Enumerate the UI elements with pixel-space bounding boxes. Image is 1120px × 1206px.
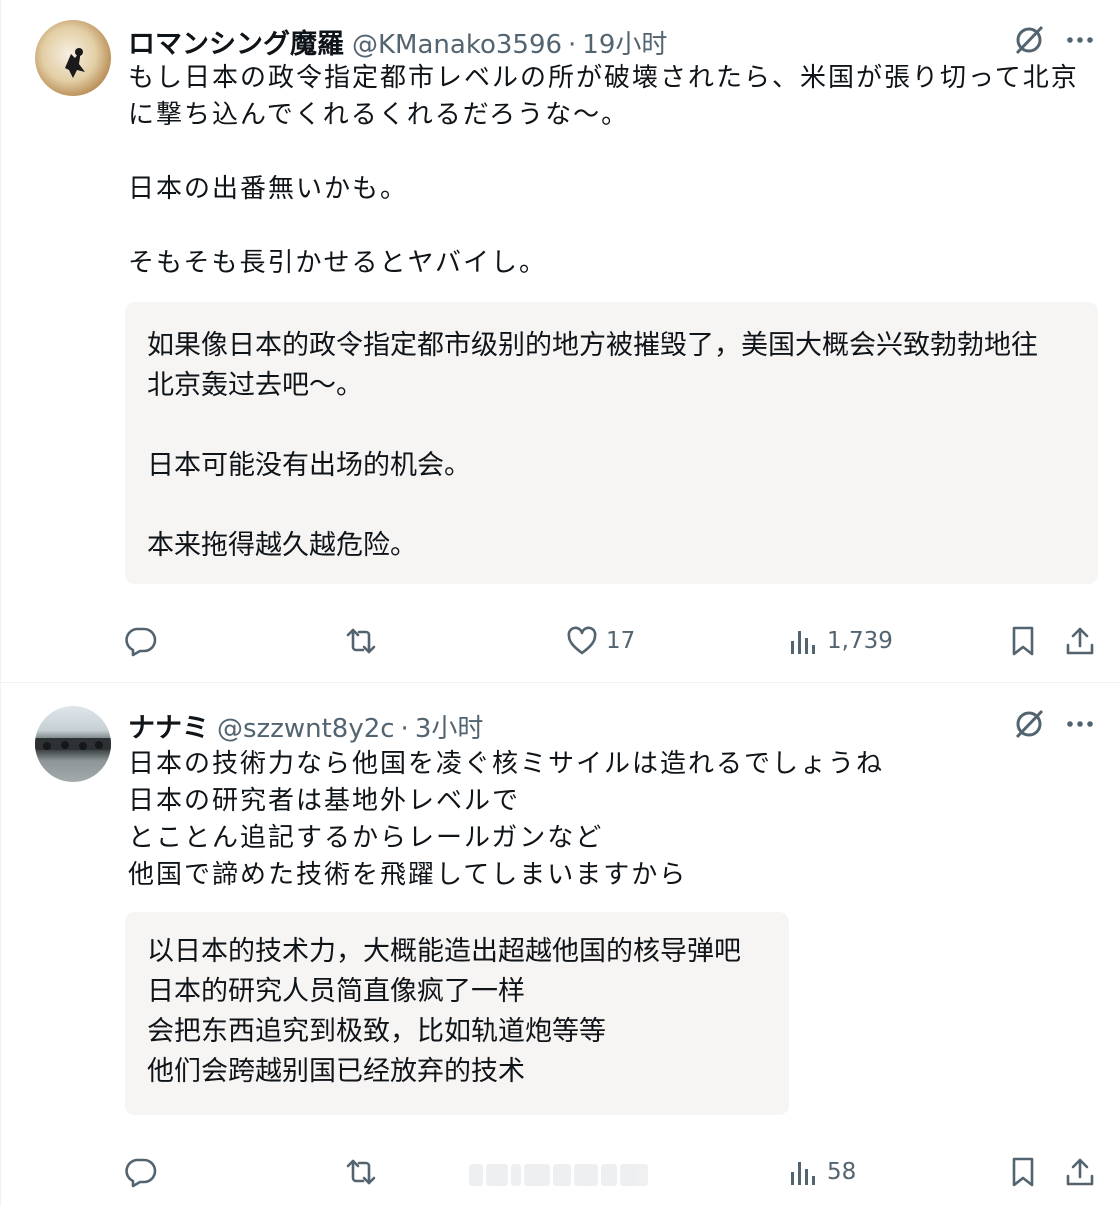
retweet-button[interactable]: [345, 1152, 377, 1192]
retweet-icon: [346, 628, 376, 654]
avatar[interactable]: [35, 20, 111, 96]
post-text-line: 日本の研究者は基地外レベルで: [128, 786, 521, 816]
reply-button[interactable]: [125, 621, 157, 661]
more-icon[interactable]: [1065, 25, 1095, 55]
retweet-icon: [346, 1159, 376, 1185]
reply-icon: [125, 627, 157, 657]
translation-line: 日本可能没有出场的机会。: [147, 450, 471, 481]
views-icon: [791, 631, 815, 654]
like-count: 17: [606, 628, 636, 654]
grok-icon[interactable]: [1011, 22, 1047, 58]
post-text-line: 日本の出番無いかも。: [128, 174, 409, 204]
translation-line: 以日本的技术力，大概能造出超越他国的核导弹吧: [147, 936, 741, 967]
retweet-button[interactable]: [345, 621, 377, 661]
author-handle[interactable]: @KManako3596: [352, 30, 562, 60]
share-button[interactable]: [1064, 621, 1096, 661]
views-icon: [791, 1162, 815, 1185]
translation-box: 以日本的技术力，大概能造出超越他国的核导弹吧 日本的研究人员简直像疯了一样 会把…: [125, 912, 789, 1115]
heart-icon: [567, 626, 597, 655]
action-bar: 17 1,739: [1, 621, 1120, 661]
grok-icon[interactable]: [1011, 706, 1047, 742]
post-text-line: 他国で諦めた技術を飛躍してしまいますから: [128, 860, 688, 890]
views-button[interactable]: 1,739: [787, 621, 893, 661]
share-icon: [1066, 1158, 1094, 1186]
author-name[interactable]: ロマンシング魔羅: [128, 22, 344, 61]
translation-box: 如果像日本的政令指定都市级别的地方被摧毁了，美国大概会兴致勃勃地往 北京轰过去吧…: [125, 302, 1098, 584]
author-handle[interactable]: @szzwnt8y2c: [217, 714, 395, 744]
translation-line: 他们会跨越别国已经放弃的技术: [147, 1056, 525, 1087]
post-text-line: 日本の技術力なら他国を凌ぐ核ミサイルは造れるでしょうね: [128, 749, 885, 779]
views-button[interactable]: 58: [787, 1152, 856, 1192]
like-button[interactable]: 17: [566, 621, 635, 661]
reply-icon: [125, 1158, 157, 1188]
post-header: ロマンシング魔羅 @KManako3596 · 19小时: [128, 22, 667, 60]
reply-button[interactable]: [125, 1152, 157, 1192]
post-text: 日本の技術力なら他国を凌ぐ核ミサイルは造れるでしょうね 日本の研究者は基地外レベ…: [128, 746, 1098, 894]
translation-line: 北京轰过去吧〜。: [147, 370, 363, 401]
post-time[interactable]: 19小时: [582, 24, 667, 61]
more-icon[interactable]: [1065, 709, 1095, 739]
author-name[interactable]: ナナミ: [128, 706, 209, 745]
translation-line: [147, 486, 1076, 526]
avatar[interactable]: [35, 706, 111, 782]
post-text-line: [128, 208, 1098, 245]
view-count: 58: [827, 1159, 857, 1185]
post-text-line: もし日本の政令指定都市レベルの所が破壊されたら、米国が張り切って北京: [128, 63, 1079, 93]
separator-dot: ·: [400, 714, 409, 744]
translation-line: 日本的研究人员简直像疯了一样: [147, 976, 525, 1007]
reply-post[interactable]: ナナミ @szzwnt8y2c · 3小时 日本の技術力なら他国を凌ぐ核ミサイル…: [1, 684, 1120, 1206]
post-header: ナナミ @szzwnt8y2c · 3小时: [128, 706, 483, 744]
translation-line: 本来拖得越久越危险。: [147, 530, 417, 561]
timeline-feed: ロマンシング魔羅 @KManako3596 · 19小时 もし日本の政令指定都市…: [0, 0, 1120, 1206]
watermark: [469, 1160, 659, 1190]
translation-line: 如果像日本的政令指定都市级别的地方被摧毁了，美国大概会兴致勃勃地往: [147, 330, 1038, 361]
post-text-line: [128, 134, 1098, 171]
bookmark-button[interactable]: [1007, 1152, 1039, 1192]
bookmark-icon: [1012, 1157, 1034, 1187]
share-button[interactable]: [1064, 1152, 1096, 1192]
post-text: もし日本の政令指定都市レベルの所が破壊されたら、米国が張り切って北京 に撃ち込ん…: [128, 60, 1098, 282]
bookmark-icon: [1012, 626, 1034, 656]
separator-dot: ·: [568, 30, 577, 60]
view-count: 1,739: [827, 628, 893, 654]
post-time[interactable]: 3小时: [415, 708, 484, 745]
post-text-line: そもそも長引かせるとヤバイし。: [128, 248, 547, 278]
post-text-line: とことん追記するからレールガンなど: [128, 823, 604, 853]
translation-line: 会把东西追究到极致，比如轨道炮等等: [147, 1016, 606, 1047]
reply-post[interactable]: ロマンシング魔羅 @KManako3596 · 19小时 もし日本の政令指定都市…: [1, 0, 1120, 683]
post-text-line: に撃ち込んでくれるくれるだろうな〜。: [128, 100, 630, 130]
bookmark-button[interactable]: [1007, 621, 1039, 661]
share-icon: [1066, 627, 1094, 655]
translation-line: [147, 406, 1076, 446]
